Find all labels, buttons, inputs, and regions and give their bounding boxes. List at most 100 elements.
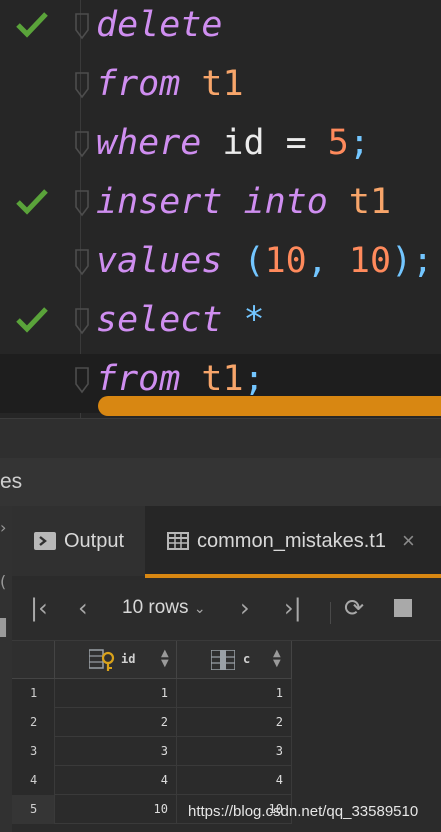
code-line[interactable]: values (10, 10); bbox=[0, 236, 441, 295]
table-row[interactable]: 222 bbox=[12, 708, 292, 737]
sort-icon[interactable]: ▲ ▼ bbox=[161, 649, 169, 669]
history-icon[interactable]: ( bbox=[0, 572, 6, 591]
code-text: values (10, 10); bbox=[96, 238, 433, 284]
primary-key-column-icon bbox=[89, 649, 115, 671]
code-token: * bbox=[243, 300, 265, 340]
code-line[interactable]: where id = 5; bbox=[0, 118, 441, 177]
cell-id[interactable]: 3 bbox=[55, 737, 177, 766]
table-row[interactable]: 444 bbox=[12, 766, 292, 795]
fold-marker-icon[interactable] bbox=[72, 246, 92, 278]
code-token: t1 bbox=[201, 359, 244, 399]
table-icon bbox=[167, 532, 189, 550]
tab-table-label: common_mistakes.t1 bbox=[197, 529, 386, 552]
code-token: t1 bbox=[201, 64, 244, 104]
code-token: , bbox=[306, 241, 349, 281]
chevron-down-icon: ⌄ bbox=[193, 600, 206, 616]
fold-marker-icon[interactable] bbox=[72, 10, 92, 42]
code-token: values bbox=[96, 241, 223, 281]
tab-output[interactable]: Output bbox=[34, 506, 124, 576]
active-tab-indicator bbox=[145, 574, 441, 578]
refresh-icon[interactable]: ⟳ bbox=[344, 594, 364, 622]
row-number: 3 bbox=[12, 737, 55, 766]
tab-output-label: Output bbox=[64, 529, 125, 552]
fold-marker-icon[interactable] bbox=[72, 305, 92, 337]
tab-table-result[interactable]: common_mistakes.t1 × bbox=[145, 506, 441, 576]
code-line[interactable]: insert into t1 bbox=[0, 177, 441, 236]
code-token: t1 bbox=[348, 182, 392, 222]
console-icon bbox=[34, 532, 56, 550]
toolbar-divider bbox=[330, 602, 331, 624]
code-token: ); bbox=[391, 241, 434, 281]
code-token: select bbox=[96, 300, 223, 340]
cell-id[interactable]: 4 bbox=[55, 766, 177, 795]
code-text: delete bbox=[96, 2, 222, 48]
code-token: delete bbox=[96, 5, 223, 45]
code-token: 10 bbox=[264, 241, 307, 281]
row-number: 2 bbox=[12, 708, 55, 737]
row-number-header bbox=[12, 641, 55, 679]
next-page-icon[interactable]: › bbox=[240, 594, 250, 622]
column-header-c[interactable]: c ▲ ▼ bbox=[177, 641, 292, 679]
panel-title: es bbox=[0, 470, 23, 493]
results-toolbar: |‹ ‹ 10 rows ⌄ › ›| ⟳ bbox=[12, 580, 441, 641]
code-token: id = bbox=[201, 123, 328, 163]
fold-marker-icon[interactable] bbox=[72, 128, 92, 160]
fold-marker-icon[interactable] bbox=[72, 187, 92, 219]
stop-icon[interactable] bbox=[394, 599, 412, 617]
first-page-icon[interactable]: |‹ bbox=[30, 594, 48, 622]
rows-selector[interactable]: 10 rows ⌄ bbox=[122, 597, 206, 619]
watermark-url: https://blog.csdn.net/qq_33589510 bbox=[188, 803, 419, 820]
previous-page-icon[interactable]: ‹ bbox=[78, 594, 88, 622]
row-number: 5 bbox=[12, 795, 55, 824]
db-icon[interactable]: ▌ bbox=[0, 618, 12, 637]
executed-check-icon bbox=[16, 12, 48, 38]
code-text: insert into t1 bbox=[96, 179, 391, 225]
services-panel-header bbox=[0, 458, 441, 506]
code-text: where id = 5; bbox=[96, 120, 370, 166]
editor-status-strip bbox=[0, 418, 441, 459]
code-text: from t1 bbox=[96, 61, 244, 107]
row-number: 4 bbox=[12, 766, 55, 795]
column-header-id-label: id bbox=[121, 652, 136, 666]
column-header-c-label: c bbox=[243, 652, 251, 666]
table-row[interactable]: 111 bbox=[12, 679, 292, 708]
row-number: 1 bbox=[12, 679, 55, 708]
code-token: 10 bbox=[348, 241, 392, 281]
cell-c[interactable]: 1 bbox=[177, 679, 292, 708]
expand-arrow-icon[interactable]: › bbox=[0, 518, 6, 537]
code-token: into bbox=[243, 182, 328, 222]
code-token: from bbox=[96, 64, 181, 104]
code-text: select * bbox=[96, 297, 265, 343]
cell-id[interactable]: 1 bbox=[55, 679, 177, 708]
close-tab-icon[interactable]: × bbox=[402, 528, 415, 554]
code-line[interactable]: select * bbox=[0, 295, 441, 354]
table-row[interactable]: 333 bbox=[12, 737, 292, 766]
last-page-icon[interactable]: ›| bbox=[284, 594, 302, 622]
column-icon bbox=[211, 650, 235, 670]
code-token: from bbox=[96, 359, 181, 399]
code-line[interactable]: delete bbox=[0, 0, 441, 59]
cell-c[interactable]: 2 bbox=[177, 708, 292, 737]
column-header-id[interactable]: id ▲ ▼ bbox=[55, 641, 177, 679]
code-token: ( bbox=[243, 241, 265, 281]
warning-underline bbox=[98, 396, 441, 416]
cell-id[interactable]: 10 bbox=[55, 795, 177, 824]
sql-editor[interactable]: delete from t1 where id = 5; insert into t1… bbox=[0, 0, 441, 418]
code-token: ; bbox=[348, 123, 370, 163]
code-token: ; bbox=[243, 359, 265, 399]
sort-icon[interactable]: ▲ ▼ bbox=[273, 649, 281, 669]
cell-c[interactable]: 4 bbox=[177, 766, 292, 795]
rows-selector-label: 10 rows bbox=[122, 597, 189, 618]
executed-check-icon bbox=[16, 307, 48, 333]
executed-check-icon bbox=[16, 189, 48, 215]
code-line[interactable]: from t1 bbox=[0, 59, 441, 118]
fold-marker-icon[interactable] bbox=[72, 364, 92, 396]
cell-c[interactable]: 3 bbox=[177, 737, 292, 766]
cell-id[interactable]: 2 bbox=[55, 708, 177, 737]
fold-marker-icon[interactable] bbox=[72, 69, 92, 101]
